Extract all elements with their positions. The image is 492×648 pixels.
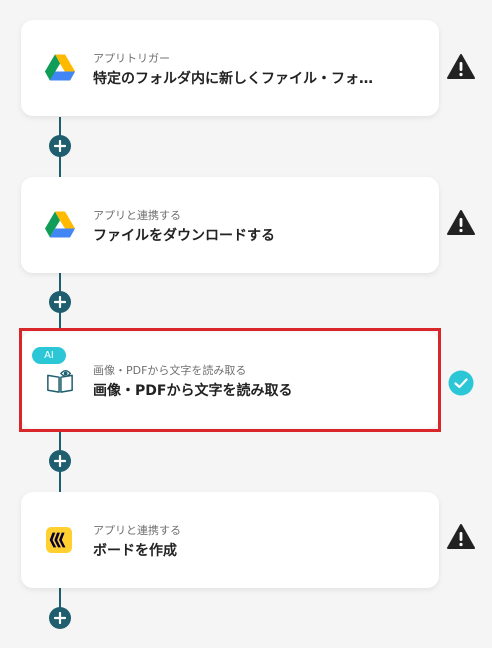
add-step-button[interactable]	[49, 291, 71, 313]
google-drive-icon	[45, 54, 75, 81]
plus-icon	[54, 612, 66, 624]
plus-icon	[54, 455, 66, 467]
document-ocr-icon	[47, 369, 73, 393]
add-step-button[interactable]	[49, 450, 71, 472]
step-title: ファイルをダウンロードする	[93, 228, 275, 244]
warning-icon	[447, 524, 475, 549]
ai-badge: AI	[32, 347, 66, 364]
step-subtitle: 画像・PDFから文字を読み取る	[93, 364, 247, 377]
add-step-button[interactable]	[49, 135, 71, 157]
flow-step-card[interactable]: アプリトリガー 特定のフォルダ内に新しくファイル・フォ…	[21, 20, 439, 116]
flow-step-card[interactable]: AI 画像・PDFから文字を読み取る 画像・PDFから文字を読み取る	[21, 332, 439, 428]
plus-icon	[54, 140, 66, 152]
step-subtitle: アプリと連携する	[93, 209, 181, 222]
step-subtitle: アプリトリガー	[93, 52, 170, 65]
miro-icon	[46, 527, 72, 553]
add-step-button[interactable]	[49, 607, 71, 629]
warning-icon	[447, 210, 475, 235]
flow-step-card[interactable]: アプリと連携する ファイルをダウンロードする	[21, 177, 439, 273]
flow-step-card[interactable]: アプリと連携する ボードを作成	[21, 492, 439, 588]
step-subtitle: アプリと連携する	[93, 524, 181, 537]
step-title: ボードを作成	[93, 543, 177, 559]
check-icon	[448, 370, 474, 396]
google-drive-icon	[45, 211, 75, 238]
plus-icon	[54, 296, 66, 308]
step-title: 画像・PDFから文字を読み取る	[93, 383, 293, 399]
warning-icon	[447, 54, 475, 79]
step-title: 特定のフォルダ内に新しくファイル・フォ…	[93, 71, 373, 87]
